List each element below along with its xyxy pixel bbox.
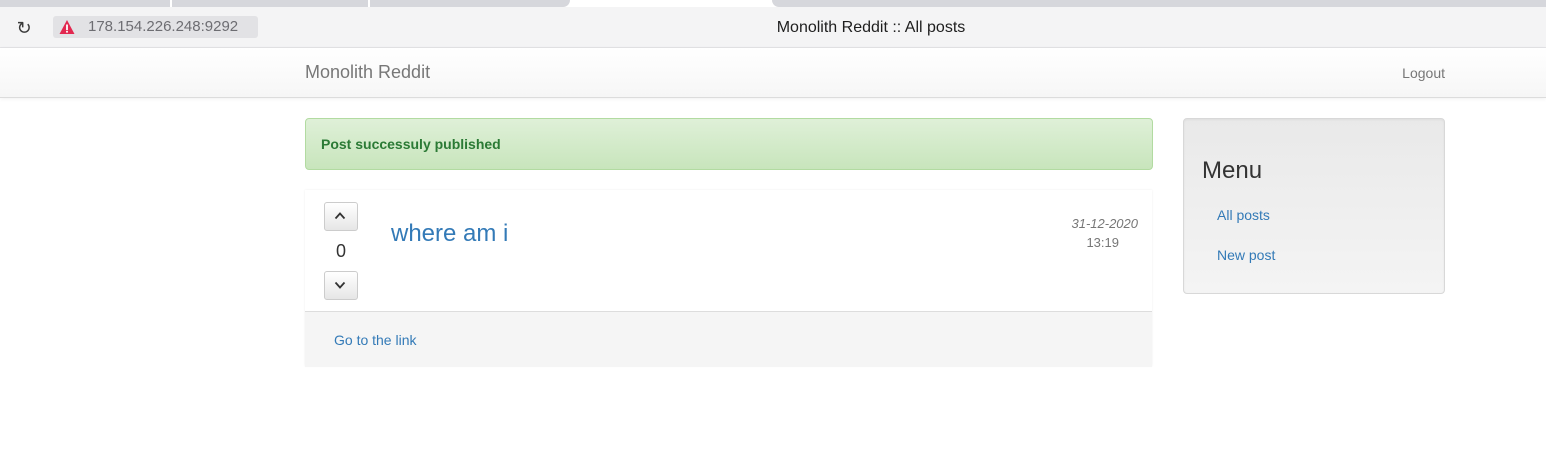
logout-link[interactable]: Logout xyxy=(1402,64,1445,82)
alert-message: Post successuly published xyxy=(321,136,501,152)
menu-item-all-posts[interactable]: All posts xyxy=(1217,207,1270,223)
menu-heading: Menu xyxy=(1202,157,1263,184)
menu-item-new-post[interactable]: New post xyxy=(1217,247,1275,263)
sidebar-menu: Menu All posts New post xyxy=(1183,118,1445,294)
post-time: 13:19 xyxy=(1086,235,1119,250)
background-tab[interactable] xyxy=(772,0,1546,7)
background-tab[interactable] xyxy=(370,0,570,7)
post-timestamp: 31-12-2020 13:19 xyxy=(1072,214,1139,252)
background-tab[interactable] xyxy=(0,0,170,7)
downvote-button[interactable] xyxy=(324,271,358,300)
tab-strip xyxy=(0,0,1546,7)
address-bar: ↻ 178.154.226.248:9292 Monolith Reddit :… xyxy=(0,7,1546,48)
post-card: 0 where am i 31-12-2020 13:19 Go to the … xyxy=(305,190,1152,367)
success-alert: Post successuly published xyxy=(305,118,1153,170)
navbar: Monolith Reddit Logout xyxy=(0,48,1546,98)
brand-link[interactable]: Monolith Reddit xyxy=(305,62,430,82)
post-score: 0 xyxy=(335,241,346,261)
chevron-down-icon xyxy=(334,281,346,289)
page-title: Monolith Reddit :: All posts xyxy=(776,19,966,36)
post-date: 31-12-2020 xyxy=(1071,216,1139,231)
chevron-up-icon xyxy=(334,212,346,220)
background-tab[interactable] xyxy=(172,0,368,7)
go-to-link[interactable]: Go to the link xyxy=(334,332,417,348)
post-title-link[interactable]: where am i xyxy=(391,221,508,247)
upvote-button[interactable] xyxy=(324,202,358,231)
post-footer: Go to the link xyxy=(305,311,1152,367)
